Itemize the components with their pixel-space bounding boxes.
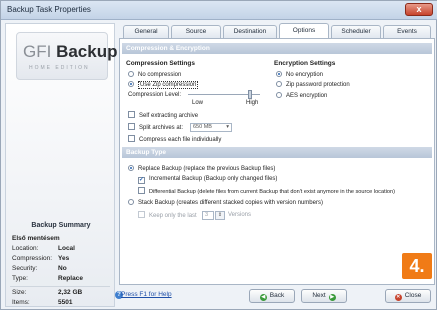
close-circle-icon: ✕ <box>394 294 402 301</box>
checkbox-icon <box>138 187 145 194</box>
compression-level-low: Low <box>192 100 204 106</box>
split-size-select[interactable]: 650 MB ▾ <box>190 123 232 132</box>
check-icon: ✓ <box>138 177 145 184</box>
checkbox-icon <box>128 111 135 118</box>
next-arrow-icon: ▶ <box>328 294 336 301</box>
radio-selected-icon <box>128 81 134 87</box>
close-icon: x <box>416 4 422 14</box>
checkbox-keep-only-last[interactable]: Keep only the last <box>138 211 197 219</box>
options-panel: Compression & Encryption Compression Set… <box>119 38 435 285</box>
backup-type-header: Backup Type <box>122 147 432 158</box>
checkbox-incremental-backup[interactable]: ✓ Incremental Backup (Backup only changed… <box>138 176 277 184</box>
back-arrow-icon: ◀ <box>259 294 267 301</box>
logo-edition: HOME EDITION <box>29 65 90 71</box>
chevron-down-icon: ▾ <box>226 124 229 130</box>
compression-settings-title: Compression Settings <box>126 60 195 67</box>
help-link[interactable]: Press F1 for Help <box>121 291 172 298</box>
summary-divider <box>10 286 110 287</box>
radio-no-compression[interactable]: No compression <box>128 71 181 78</box>
radio-use-zip-compression[interactable]: Use Zip compression <box>128 81 199 89</box>
checkbox-self-extracting[interactable]: Self extracting archive <box>128 111 198 119</box>
window-title: Backup Task Properties <box>7 5 91 14</box>
checkbox-differential-backup[interactable]: Differential Backup (delete files from c… <box>138 187 395 195</box>
checkbox-icon <box>128 123 135 130</box>
radio-replace-backup[interactable]: Replace Backup (replace the previous Bac… <box>128 165 275 172</box>
back-button[interactable]: ◀ Back <box>249 289 295 303</box>
radio-icon <box>276 81 282 87</box>
keep-versions-spinner[interactable]: ⇕ <box>215 211 225 220</box>
compression-level-slider-thumb[interactable] <box>248 90 252 99</box>
checkbox-icon <box>138 211 145 218</box>
tab-options[interactable]: Options <box>279 23 329 39</box>
gfi-backup-logo: GFI Backup HOME EDITION <box>16 32 118 80</box>
radio-stack-backup[interactable]: Stack Backup (creates different stacked … <box>128 199 323 206</box>
next-button[interactable]: Next ▶ <box>301 289 347 303</box>
tab-destination[interactable]: Destination <box>223 25 277 39</box>
logo-gfi: GFI <box>23 42 52 61</box>
tab-source[interactable]: Source <box>171 25 221 39</box>
keep-versions-suffix: Versions <box>228 212 252 218</box>
keep-versions-input[interactable]: 3 <box>202 211 214 220</box>
tab-bar: General Source Destination Options Sched… <box>119 23 435 39</box>
checkbox-compress-each-file[interactable]: Compress each file individually <box>128 135 221 143</box>
backup-task-properties-window: Backup Task Properties x GFI Backup HOME… <box>0 0 437 310</box>
window-close-button[interactable]: x <box>405 3 433 16</box>
backup-name: Első mentésem <box>12 235 60 242</box>
compression-level-high: High <box>246 100 259 106</box>
backup-summary-title: Backup Summary <box>31 222 91 229</box>
radio-selected-icon <box>276 71 282 77</box>
radio-icon <box>128 199 134 205</box>
radio-aes-encryption[interactable]: AES encryption <box>276 92 327 99</box>
compression-level-label: Compression Level: <box>128 92 182 98</box>
checkbox-split-archives[interactable]: Split archives at: <box>128 123 183 131</box>
encryption-settings-title: Encryption Settings <box>274 60 336 67</box>
logo-backup: Backup <box>56 42 118 61</box>
spinner-arrows-icon: ⇕ <box>217 212 223 218</box>
checkbox-icon <box>128 135 135 142</box>
title-bar: Backup Task Properties x <box>1 1 437 20</box>
radio-icon <box>128 71 134 77</box>
step-number-badge: 4. <box>402 253 432 279</box>
tab-scheduler[interactable]: Scheduler <box>331 25 381 39</box>
radio-selected-icon <box>128 165 134 171</box>
radio-icon <box>276 92 282 98</box>
compression-encryption-header: Compression & Encryption <box>122 43 432 54</box>
tab-general[interactable]: General <box>123 25 169 39</box>
radio-no-encryption[interactable]: No encryption <box>276 71 323 78</box>
close-button[interactable]: ✕ Close <box>385 289 431 303</box>
radio-zip-password[interactable]: Zip password protection <box>276 81 350 88</box>
tab-events[interactable]: Events <box>383 25 431 39</box>
left-panel: GFI Backup HOME EDITION Backup Summary E… <box>5 23 118 307</box>
